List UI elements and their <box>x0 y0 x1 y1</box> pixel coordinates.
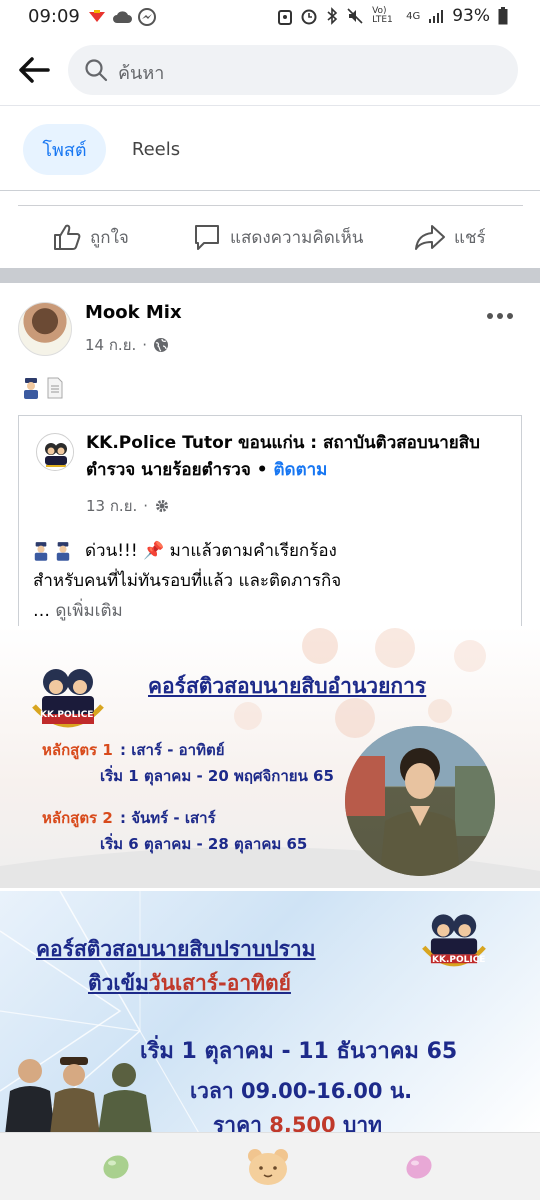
search-placeholder: ค้นหา <box>118 63 165 84</box>
see-more-link[interactable]: ดูเพิ่มเติม <box>55 601 122 621</box>
post-emoji-row <box>22 377 64 399</box>
tab-posts[interactable]: โพสต์ <box>23 124 106 175</box>
shared-page-title: KK.Police Tutor ขอนแก่น : สถาบันติวสอบนา… <box>86 430 506 484</box>
post-meta: 14 ก.ย. · <box>85 333 169 357</box>
price-suffix: บาท <box>342 1113 382 1132</box>
logo-text: KK.POLICE <box>432 955 486 965</box>
comment-label: แสดงความคิดเห็น <box>230 227 364 248</box>
officer-portrait-icon <box>345 726 495 876</box>
kk-police-logo-icon <box>422 914 486 967</box>
comment-icon <box>195 225 219 250</box>
banner2-dates: เริ่ม 1 ตุลาคม - 11 ธันวาคม 65 <box>140 1039 458 1064</box>
like-button[interactable]: ถูกใจ <box>52 216 129 258</box>
shared-date[interactable]: 13 ก.ย. <box>86 494 137 518</box>
course1-label: หลักสูตร 1 <box>42 741 113 759</box>
globe-icon <box>154 338 169 352</box>
more-dots-icon <box>487 313 513 319</box>
share-label: แชร์ <box>454 227 486 248</box>
comment-button[interactable]: แสดงความคิดเห็น <box>192 216 363 258</box>
page-avatar[interactable] <box>36 433 74 471</box>
logo-text: KK.POLICE <box>40 710 94 720</box>
banner2-subtitle: ติวเข้มวันเสาร์-อาทิตย์ <box>88 967 291 1000</box>
gear-icon <box>156 500 169 512</box>
status-time: 09:09 <box>28 6 80 27</box>
status-bar: 09:09 Vo) LTE1 4G 93% <box>0 0 540 36</box>
police-officer-icon <box>34 542 48 561</box>
shared-post-text: ด่วน!!! 📌 มาแล้วตามคำเรียกร้อง สำหรับคนท… <box>33 536 503 626</box>
divider <box>0 190 540 191</box>
more-options-button[interactable] <box>486 302 514 322</box>
banner1-title: คอร์สติวสอบนายสิบอำนวยการ <box>148 674 427 698</box>
shared-post-card[interactable]: KK.Police Tutor ขอนแก่น : สถาบันติวสอบนา… <box>18 415 522 626</box>
cloud-icon <box>113 11 132 23</box>
subtitle-days: วันเสาร์-อาทิตย์ <box>148 971 291 995</box>
bluetooth-icon <box>327 7 338 25</box>
share-icon <box>415 225 445 250</box>
security-icon <box>278 10 293 25</box>
price-value: 8,500 <box>269 1113 336 1132</box>
price-prefix: ราคา <box>213 1113 262 1132</box>
course-banner-2[interactable]: KK.POLICE คอร์สติวสอบนายสิบปราบปราม ติวเ… <box>0 888 540 1132</box>
officers-group-image <box>5 1057 152 1132</box>
course2-days: : จันทร์ - เสาร์ <box>120 809 216 827</box>
back-button[interactable] <box>14 50 54 90</box>
meta-separator: · <box>143 497 149 515</box>
app-notification-icon <box>89 10 105 22</box>
follow-button[interactable]: ติดตาม <box>274 460 328 480</box>
police-officer-icon <box>24 378 38 399</box>
thumbs-up-icon <box>54 224 81 250</box>
messenger-icon <box>138 8 156 26</box>
course1-days: : เสาร์ - อาทิตย์ <box>120 741 225 759</box>
banner2-time: เวลา 09.00-16.00 น. <box>190 1079 413 1103</box>
tutor-photo <box>345 726 495 876</box>
kk-police-logo-icon <box>38 435 73 470</box>
course2-label: หลักสูตร 2 <box>42 809 113 827</box>
title-dot: • <box>256 460 268 480</box>
shared-meta: 13 ก.ย. · <box>86 494 170 518</box>
bear-face-icon[interactable] <box>246 1147 290 1187</box>
signal-icon <box>429 10 444 23</box>
bottom-nav-bar <box>0 1132 540 1200</box>
banner2-price: ราคา 8,500 บาท <box>213 1109 382 1132</box>
shared-text-2: สำหรับคนที่ไม่ทันรอบที่แล้ว และติดภารกิจ <box>33 571 342 591</box>
course2-dates: เริ่ม 6 ตุลาคม - 28 ตุลาคม 65 <box>100 835 308 853</box>
shared-text-1: ด่วน!!! 📌 มาแล้วตามคำเรียกร้อง <box>85 541 337 561</box>
shared-text-line-3: … ดูเพิ่มเติม <box>33 596 503 626</box>
green-jellybean-icon[interactable] <box>100 1151 132 1183</box>
network-gen-label: 4G <box>406 10 421 22</box>
shared-text-line-1: ด่วน!!! 📌 มาแล้วตามคำเรียกร้อง <box>33 536 503 566</box>
police-officer-icon <box>56 542 70 561</box>
alarm-icon <box>301 9 317 25</box>
volte-label: Vo) LTE1 <box>372 6 393 25</box>
kk-police-logo-icon <box>32 669 104 728</box>
search-header: ค้นหา <box>0 36 540 106</box>
avatar[interactable] <box>18 302 72 356</box>
pink-jellybean-icon[interactable] <box>403 1151 435 1183</box>
feed-separator <box>0 268 540 283</box>
mute-icon <box>347 8 363 24</box>
tab-reels[interactable]: Reels <box>120 124 192 175</box>
post-author[interactable]: Mook Mix <box>85 302 182 323</box>
post-date[interactable]: 14 ก.ย. <box>85 333 136 357</box>
arrow-left-icon <box>19 57 50 83</box>
share-button[interactable]: แชร์ <box>414 216 486 258</box>
search-icon <box>85 59 108 82</box>
meta-separator: · <box>142 336 148 354</box>
battery-icon <box>498 7 508 25</box>
course1-dates: เริ่ม 1 ตุลาคม - 20 พฤศจิกายน 65 <box>100 767 334 785</box>
search-input[interactable]: ค้นหา <box>68 45 518 95</box>
document-icon <box>47 377 63 399</box>
battery-percent: 93% <box>452 6 490 26</box>
course-banner-1[interactable]: KK.POLICE คอร์สติวสอบนายสิบอำนวยการ หลัก… <box>0 626 540 888</box>
ellipsis: … <box>33 601 50 621</box>
divider <box>18 205 523 206</box>
like-label: ถูกใจ <box>90 227 129 248</box>
subtitle-prefix: ติวเข้ม <box>88 971 149 995</box>
banner2-title: คอร์สติวสอบนายสิบปราบปราม <box>36 937 316 961</box>
